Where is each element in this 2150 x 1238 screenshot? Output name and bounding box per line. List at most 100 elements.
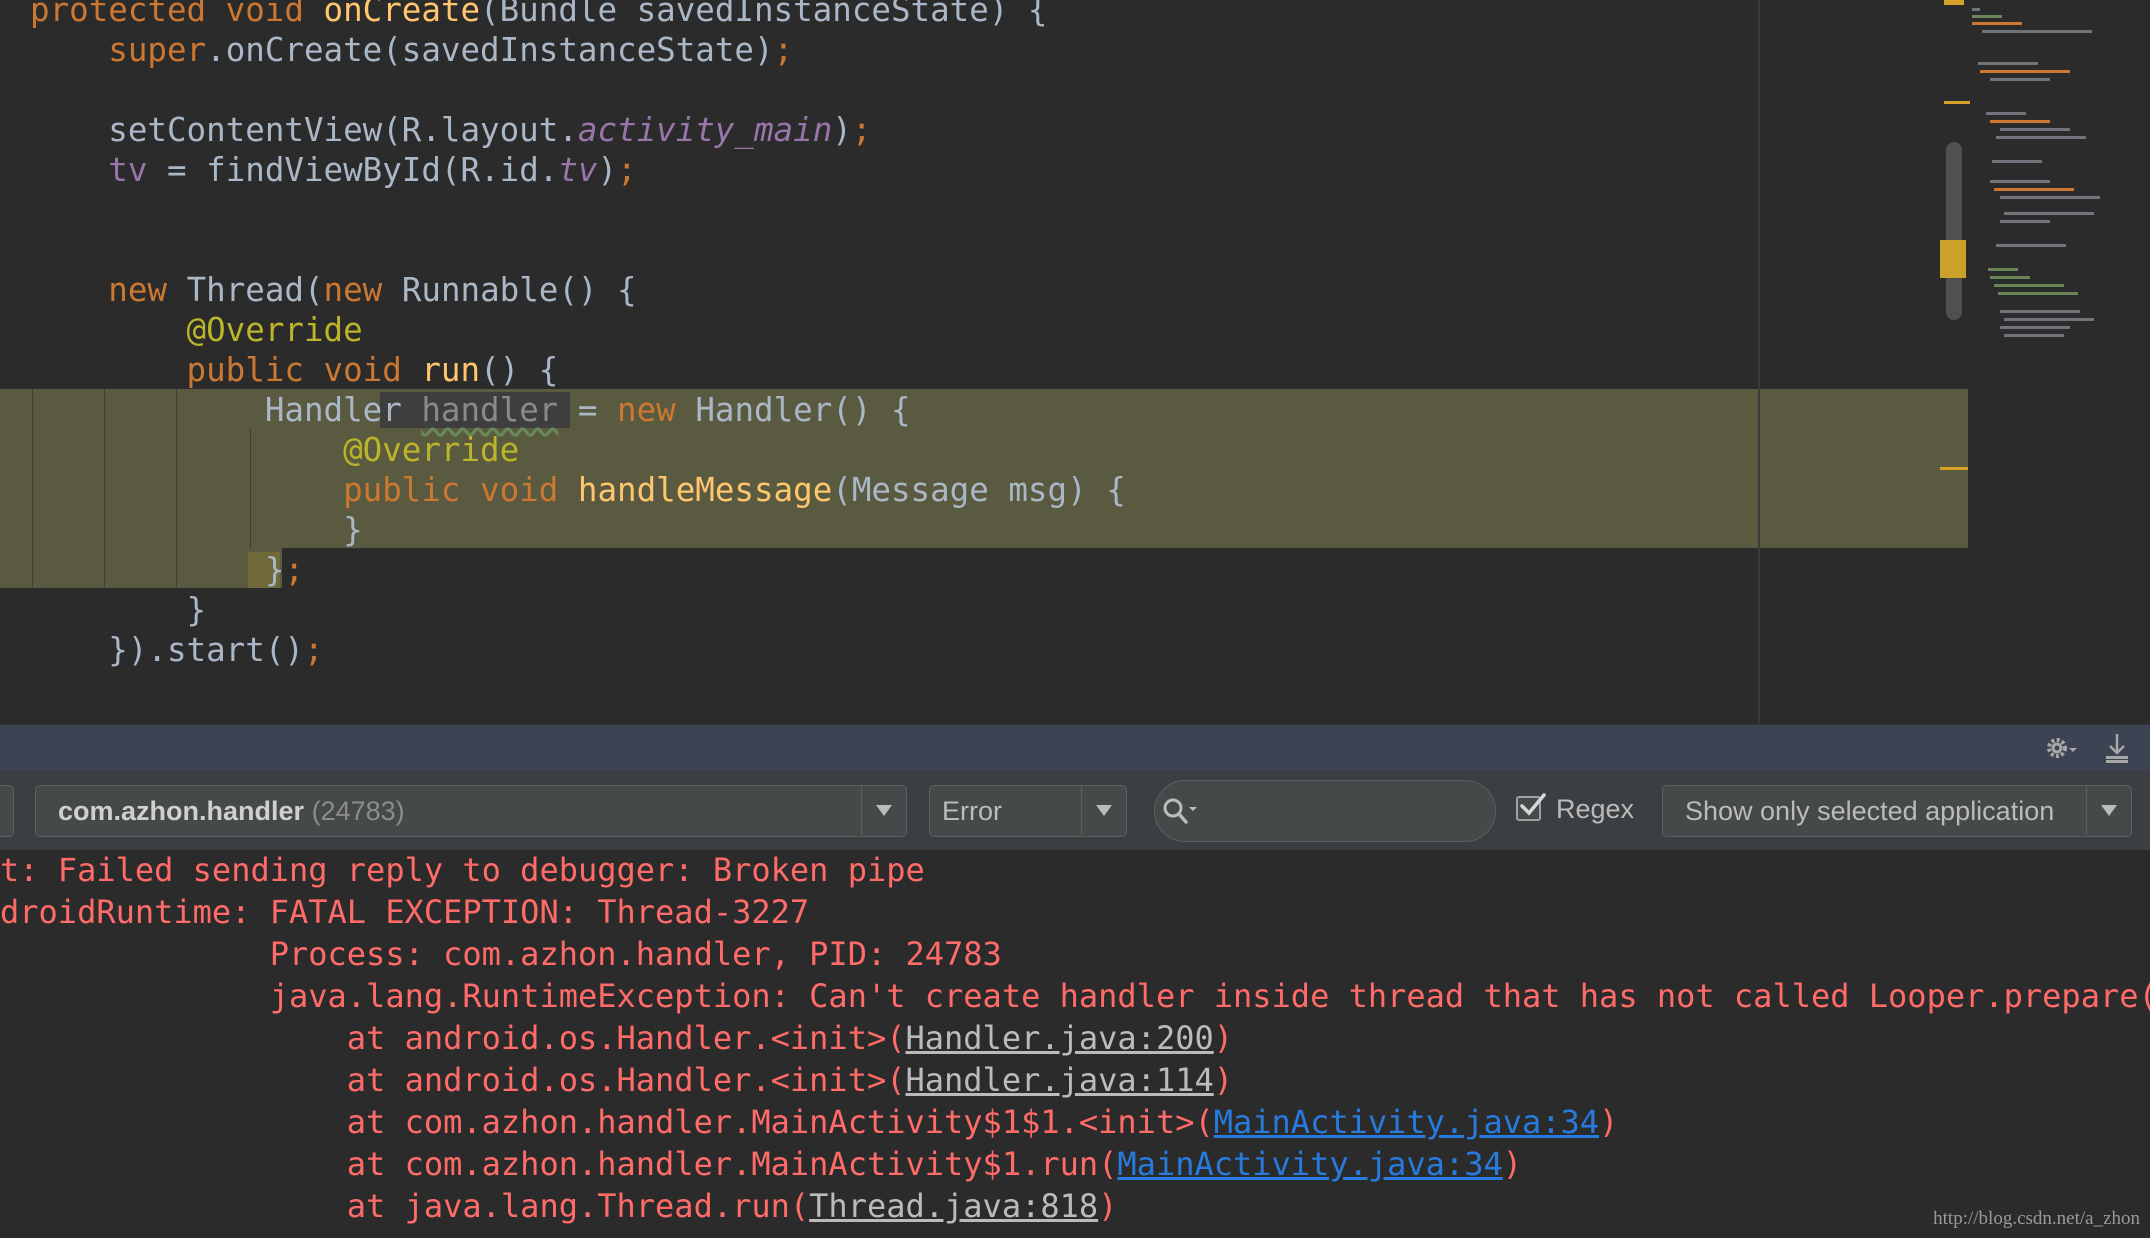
minimap-stroke bbox=[1998, 292, 2078, 295]
regex-label[interactable]: Regex bbox=[1556, 794, 1634, 825]
code-token: at android.os.Handler.<init>( bbox=[346, 1061, 906, 1099]
code-line: @Override bbox=[30, 310, 363, 350]
code-token: = bbox=[558, 391, 618, 429]
source-link[interactable]: Handler.java:114 bbox=[905, 1061, 1213, 1099]
warning-stripe[interactable] bbox=[1944, 101, 1970, 104]
code-token: onCreate bbox=[323, 0, 481, 29]
code-token: } bbox=[343, 511, 363, 549]
log-level-dropdown[interactable]: Error bbox=[929, 785, 1127, 837]
minimap-stroke bbox=[1994, 284, 2064, 287]
code-line: } bbox=[30, 590, 207, 630]
code-token: java.lang.RuntimeException: Can't create… bbox=[269, 977, 2150, 1015]
minimap-stroke bbox=[1988, 268, 2018, 271]
gear-icon[interactable] bbox=[2044, 733, 2077, 763]
code-line: public void handleMessage(Message msg) { bbox=[30, 470, 1126, 510]
code-token: = findViewById(R.id. bbox=[147, 151, 559, 189]
process-dropdown-toggle[interactable] bbox=[861, 786, 906, 835]
checkmark-icon bbox=[1520, 793, 1546, 816]
code-token: ; bbox=[617, 151, 637, 189]
chevron-down-icon bbox=[876, 805, 892, 816]
process-pid: (24783) bbox=[311, 796, 405, 826]
code-token: t: Failed sending reply to debugger: Bro… bbox=[0, 851, 925, 889]
log-line: droidRuntime: FATAL EXCEPTION: Thread-32… bbox=[0, 891, 809, 933]
code-token: ; bbox=[773, 31, 794, 69]
code-line: super.onCreate(savedInstanceState); bbox=[30, 30, 793, 70]
device-dropdown[interactable] bbox=[0, 785, 14, 837]
logcat-output[interactable]: t: Failed sending reply to debugger: Bro… bbox=[0, 851, 2150, 1238]
code-token: () { bbox=[480, 351, 559, 389]
code-token: ) bbox=[597, 151, 618, 189]
log-line: java.lang.RuntimeException: Can't create… bbox=[0, 975, 2150, 1017]
minimap-stroke bbox=[1986, 112, 2026, 115]
code-token: public void bbox=[343, 471, 578, 509]
vertical-scrollbar[interactable] bbox=[1946, 142, 1962, 320]
minimap-stroke bbox=[2000, 220, 2050, 223]
code-token: at com.azhon.handler.MainActivity$1$1.<i… bbox=[346, 1103, 1214, 1141]
source-link[interactable]: Handler.java:200 bbox=[905, 1019, 1213, 1057]
code-token: handleMessage bbox=[577, 471, 833, 509]
log-level-dropdown-toggle[interactable] bbox=[1081, 786, 1126, 835]
code-token: at com.azhon.handler.MainActivity$1.run( bbox=[346, 1145, 1118, 1183]
watermark: http://blog.csdn.net/a_zhon bbox=[1933, 1208, 2140, 1229]
code-line: }; bbox=[30, 550, 304, 590]
code-token: run bbox=[421, 351, 481, 389]
code-token: new bbox=[617, 391, 696, 429]
code-token: @Override bbox=[186, 311, 363, 349]
minimap-stroke bbox=[2004, 212, 2094, 215]
log-line: at android.os.Handler.<init>(Handler.jav… bbox=[0, 1017, 1233, 1059]
warning-stripe[interactable] bbox=[1944, 0, 1964, 5]
code-token: ) bbox=[1599, 1103, 1619, 1141]
regex-checkbox[interactable] bbox=[1516, 793, 1546, 821]
minimap-stroke bbox=[1990, 276, 2030, 279]
search-icon[interactable] bbox=[1161, 796, 1205, 830]
code-token: ) bbox=[1502, 1145, 1522, 1183]
minimap-stroke bbox=[2000, 326, 2070, 329]
minimap-stroke bbox=[1992, 160, 2042, 163]
chevron-down-icon bbox=[2101, 805, 2117, 816]
minimap-stroke bbox=[1978, 62, 2038, 65]
logcat-header-bar bbox=[0, 724, 2150, 771]
code-token: ) bbox=[1098, 1187, 1118, 1225]
filter-configuration-toggle[interactable] bbox=[2086, 786, 2131, 835]
source-link[interactable]: MainActivity.java:34 bbox=[1214, 1103, 1599, 1141]
process-dropdown[interactable]: com.azhon.handler (24783) bbox=[35, 785, 907, 837]
minimap-stroke bbox=[2000, 128, 2070, 131]
minimap-stroke bbox=[1996, 136, 2086, 139]
code-token: tv bbox=[558, 151, 598, 189]
code-token: droidRuntime: FATAL EXCEPTION: Thread-32… bbox=[0, 893, 810, 931]
code-line: }).start(); bbox=[30, 630, 323, 670]
minimap-stroke bbox=[1990, 78, 2050, 81]
source-link[interactable]: Thread.java:818 bbox=[809, 1187, 1098, 1225]
download-arrow-icon[interactable] bbox=[2104, 732, 2130, 764]
log-line: at android.os.Handler.<init>(Handler.jav… bbox=[0, 1059, 1233, 1101]
code-token: @Override bbox=[343, 431, 520, 469]
log-line: at com.azhon.handler.MainActivity$1$1.<i… bbox=[0, 1101, 1619, 1143]
source-link[interactable]: MainActivity.java:34 bbox=[1117, 1145, 1502, 1183]
code-token: Handler() { bbox=[695, 391, 911, 429]
minimap-stroke bbox=[1990, 120, 2050, 123]
code-line: new Thread(new Runnable() { bbox=[30, 270, 636, 310]
minimap-stroke bbox=[1990, 180, 2050, 183]
minimap-stroke bbox=[2000, 196, 2100, 199]
minimap-stroke bbox=[1996, 244, 2066, 247]
warning-stripe[interactable] bbox=[1940, 240, 1966, 278]
code-line: public void run() { bbox=[30, 350, 559, 390]
filter-configuration-dropdown[interactable]: Show only selected application bbox=[1662, 785, 2132, 837]
minimap-stroke bbox=[1972, 15, 2002, 18]
code-token: (Message msg) { bbox=[832, 471, 1126, 509]
code-token: public void bbox=[186, 351, 422, 389]
code-token: setContentView(R.layout. bbox=[108, 111, 578, 149]
code-line: tv = findViewById(R.id.tv); bbox=[30, 150, 637, 190]
code-token: ) bbox=[1213, 1019, 1233, 1057]
code-token: ; bbox=[851, 111, 872, 149]
code-line: protected void onCreate(Bundle savedInst… bbox=[30, 0, 1047, 30]
code-editor[interactable]: protected void onCreate(Bundle savedInst… bbox=[0, 0, 2150, 724]
process-dropdown-value: com.azhon.handler (24783) bbox=[58, 796, 405, 827]
warning-stripe[interactable] bbox=[1940, 467, 1968, 470]
process-name: com.azhon.handler bbox=[58, 796, 305, 826]
logcat-search-input[interactable] bbox=[1154, 780, 1496, 842]
code-token: } bbox=[264, 551, 285, 589]
code-token: }).start() bbox=[108, 631, 304, 669]
minimap-stroke bbox=[1980, 70, 2070, 73]
code-token: ) bbox=[832, 111, 852, 149]
